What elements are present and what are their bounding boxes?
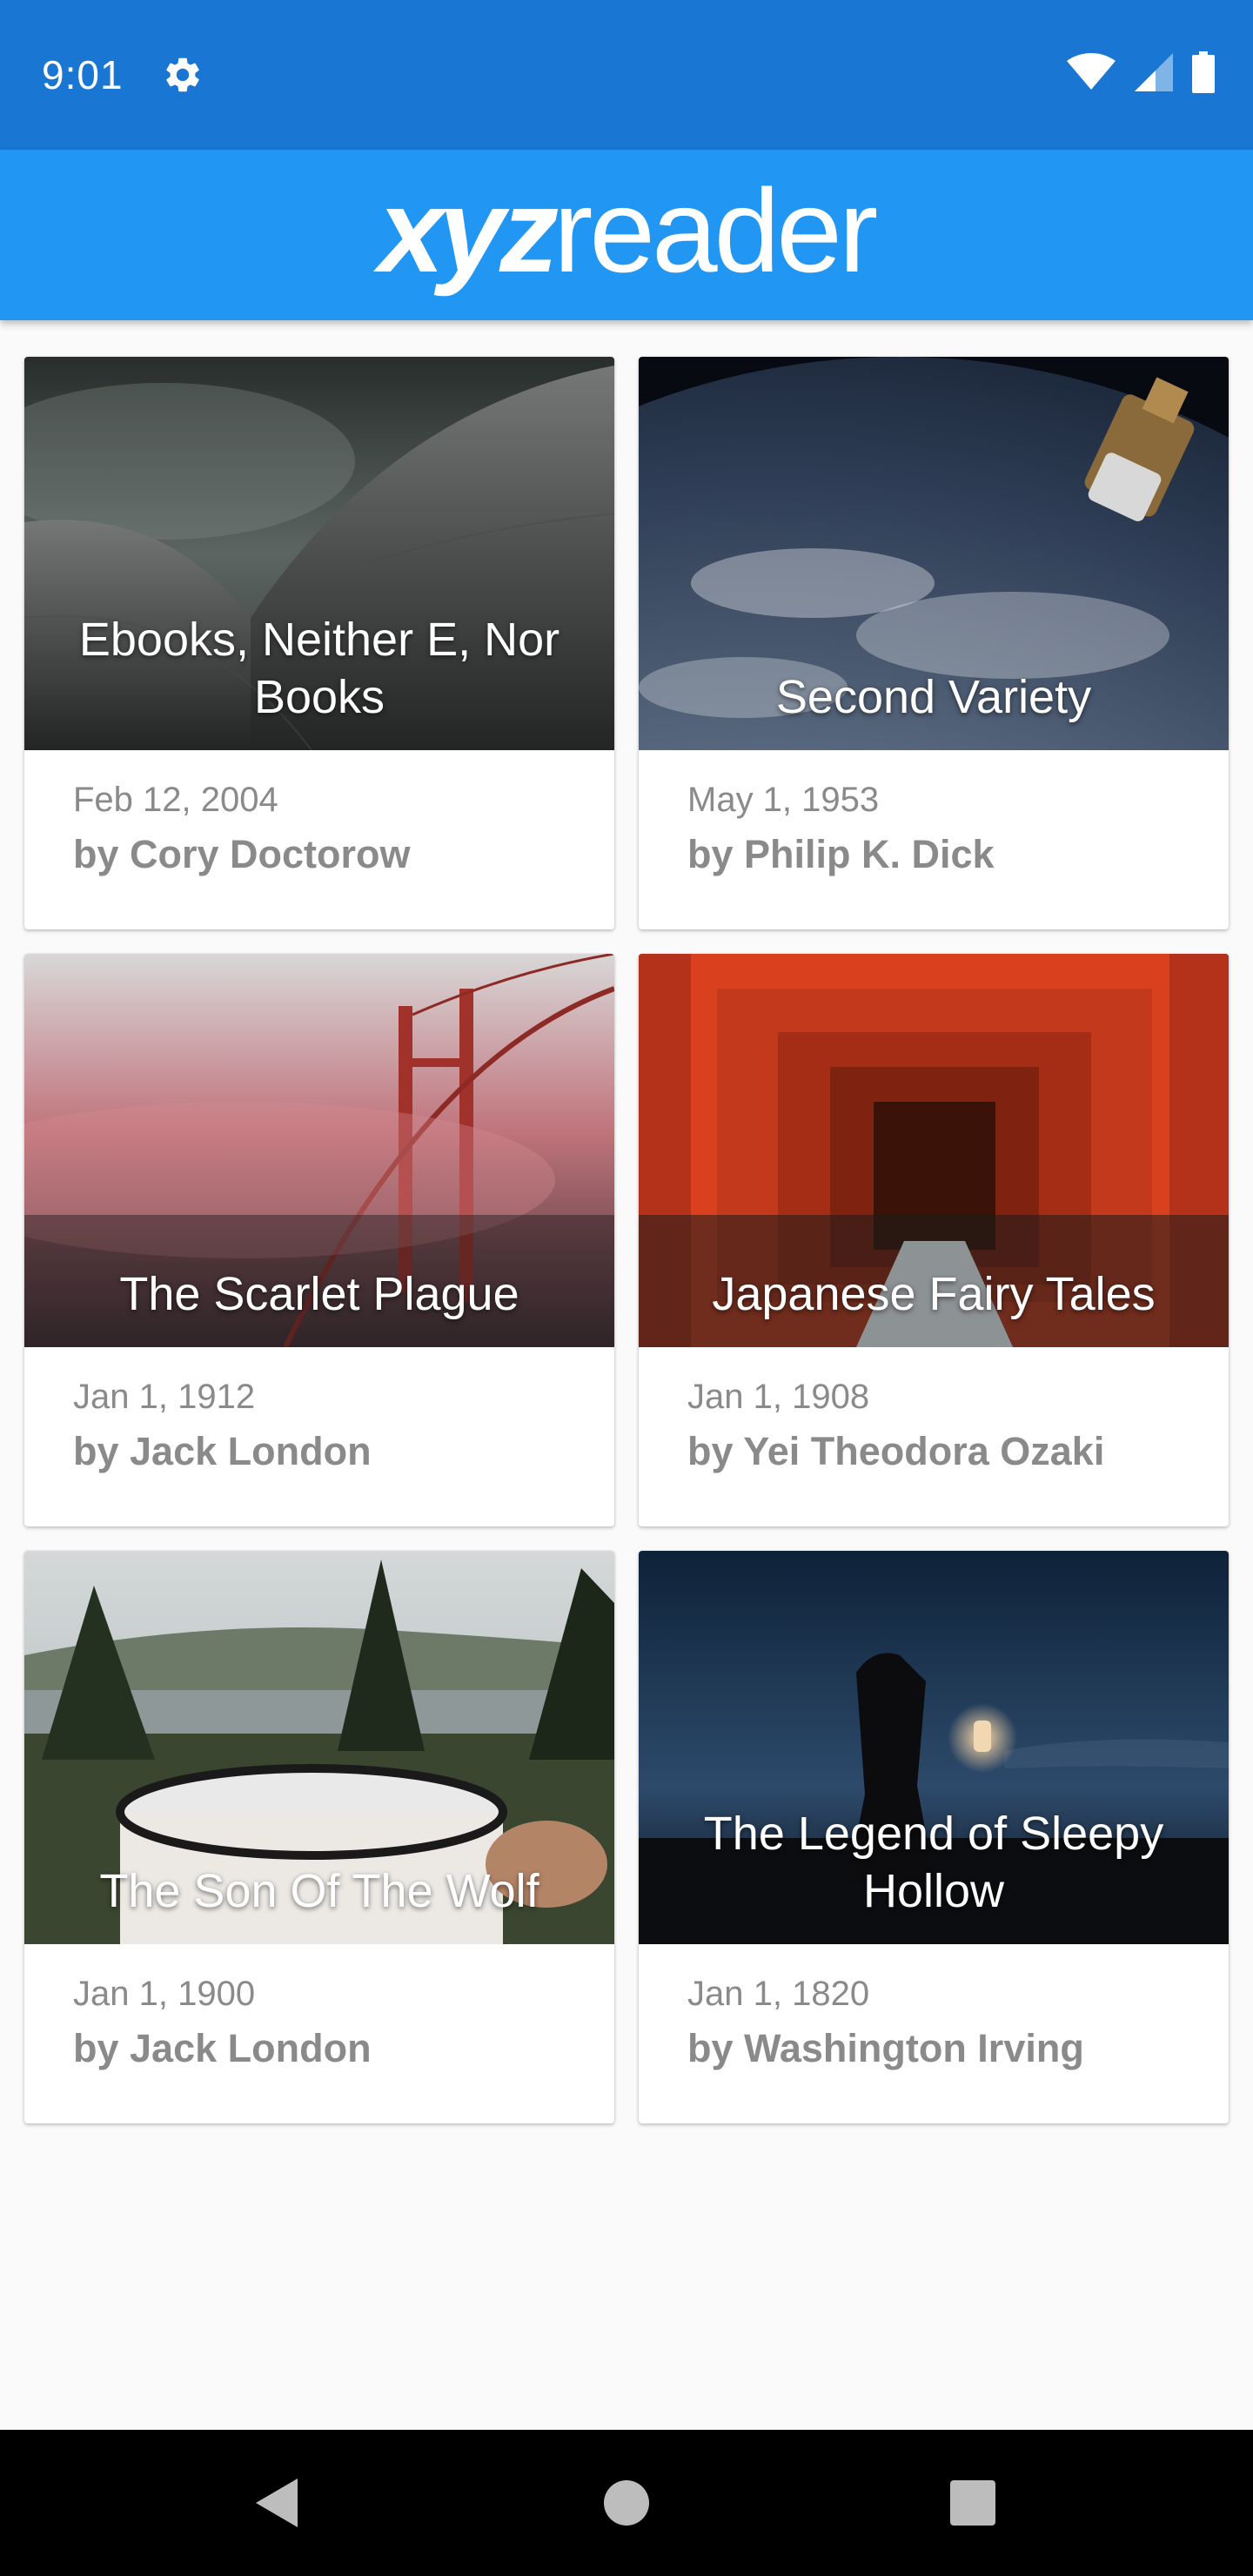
article-card[interactable]: The Scarlet Plague Jan 1, 1912 by Jack L…: [24, 954, 614, 1526]
article-author: by Washington Irving: [687, 2026, 1084, 2070]
wifi-icon: [1067, 52, 1116, 96]
logo-bold-text: xyz: [378, 164, 559, 297]
app-bar: xyzreader: [0, 150, 1253, 320]
article-date: Jan 1, 1908: [687, 1378, 870, 1416]
cell-signal-icon: [1135, 52, 1173, 96]
app-logo: xyzreader: [0, 165, 1253, 296]
article-title: Second Variety: [775, 671, 1092, 723]
article-title: Japanese Fairy Tales: [712, 1268, 1156, 1320]
article-author: by Jack London: [73, 1429, 372, 1473]
status-time: 9:01: [42, 52, 124, 97]
home-icon[interactable]: [592, 2468, 661, 2538]
article-date: Jan 1, 1912: [73, 1378, 256, 1416]
article-date: May 1, 1953: [687, 781, 880, 819]
article-thumbnail: Japanese Fairy Tales: [639, 954, 1229, 1347]
article-card[interactable]: The Son Of The Wolf Jan 1, 1900 by Jack …: [24, 1551, 614, 2123]
article-date: Feb 12, 2004: [73, 781, 278, 819]
article-title: The Legend of Sleepy Hollow: [703, 1808, 1164, 1917]
article-thumbnail: The Son Of The Wolf: [24, 1551, 614, 1944]
article-author: by Philip K. Dick: [687, 832, 995, 876]
status-bar: 9:01: [0, 0, 1253, 150]
article-date: Jan 1, 1820: [687, 1975, 870, 2013]
article-card[interactable]: Ebooks, Neither E, Nor Books Feb 12, 200…: [24, 357, 614, 929]
article-thumbnail: The Scarlet Plague: [24, 954, 614, 1347]
article-title: The Scarlet Plague: [119, 1268, 519, 1320]
system-nav-bar: [0, 2430, 1253, 2576]
logo-regular-text: reader: [553, 164, 878, 297]
article-thumbnail: Second Variety: [639, 357, 1229, 750]
back-icon[interactable]: [242, 2468, 312, 2538]
article-thumbnail: Ebooks, Neither E, Nor Books: [24, 357, 614, 750]
article-author: by Jack London: [73, 2026, 372, 2070]
article-card[interactable]: Second Variety May 1, 1953 by Philip K. …: [639, 357, 1229, 929]
article-author: by Yei Theodora Ozaki: [687, 1429, 1105, 1473]
settings-icon: [162, 54, 204, 96]
article-date: Jan 1, 1900: [73, 1975, 256, 2013]
article-title: The Son Of The Wolf: [99, 1865, 539, 1917]
recents-icon[interactable]: [938, 2468, 1008, 2538]
article-thumbnail: The Legend of Sleepy Hollow: [639, 1551, 1229, 1944]
article-card[interactable]: Japanese Fairy Tales Jan 1, 1908 by Yei …: [639, 954, 1229, 1526]
battery-icon: [1192, 50, 1215, 97]
article-title: Ebooks, Neither E, Nor Books: [78, 614, 560, 723]
article-author: by Cory Doctorow: [73, 832, 411, 876]
article-card[interactable]: The Legend of Sleepy Hollow Jan 1, 1820 …: [639, 1551, 1229, 2123]
